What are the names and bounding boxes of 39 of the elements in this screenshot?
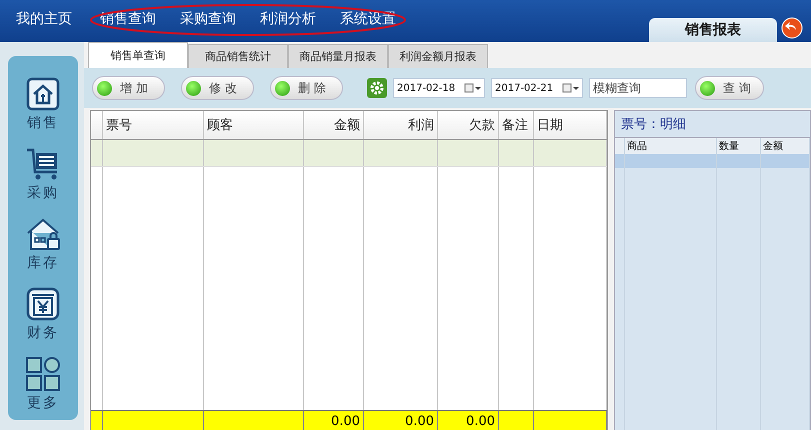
nav-item[interactable]: 采购查询: [168, 10, 248, 28]
total-cell: 0.00: [364, 411, 438, 430]
total-cell: 0.00: [304, 411, 364, 430]
sidebar-label[interactable]: 库存: [27, 254, 59, 272]
date-field[interactable]: 2017-02-18: [393, 78, 485, 98]
total-cell: 0.00: [438, 411, 499, 430]
toolbar-button[interactable]: 增加: [92, 76, 165, 100]
toolbar-button[interactable]: 查询: [695, 76, 764, 100]
column-header[interactable]: 欠款: [438, 111, 499, 139]
column-header[interactable]: 日期: [534, 111, 607, 139]
calendar-dropdown-icon[interactable]: [464, 83, 482, 93]
column-header[interactable]: 票号: [103, 111, 204, 139]
tab[interactable]: 利润金额月报表: [388, 44, 488, 68]
column-header[interactable]: 备注: [499, 111, 534, 139]
sidebar-label[interactable]: 财务: [27, 324, 59, 342]
yen-icon[interactable]: [25, 286, 61, 322]
date-field[interactable]: 2017-02-21: [491, 78, 583, 98]
sidebar-label[interactable]: 更多: [27, 394, 59, 412]
sidebar-label[interactable]: 采购: [27, 184, 59, 202]
nav-item[interactable]: 利润分析: [248, 10, 328, 28]
report-tab[interactable]: 销售报表: [649, 18, 777, 42]
grid-icon[interactable]: [25, 356, 61, 392]
tab[interactable]: 销售单查询: [88, 42, 188, 68]
tab[interactable]: 商品销量月报表: [288, 44, 388, 68]
tab[interactable]: 商品销售统计: [188, 44, 288, 68]
settings-icon[interactable]: [367, 78, 387, 98]
column-header[interactable]: 利润: [364, 111, 438, 139]
column-header[interactable]: 金额: [304, 111, 364, 139]
detail-title: 票号：明细: [620, 116, 687, 134]
column-header[interactable]: 顾客: [204, 111, 304, 139]
back-icon[interactable]: [781, 17, 803, 39]
calendar-dropdown-icon[interactable]: [562, 83, 580, 93]
house-lock-icon[interactable]: [25, 216, 61, 252]
nav-item[interactable]: 我的主页: [4, 10, 88, 28]
search-field[interactable]: 模糊查询: [589, 78, 687, 98]
sidebar-label[interactable]: 销售: [27, 114, 59, 132]
toolbar-button[interactable]: 修改: [181, 76, 254, 100]
toolbar-button[interactable]: 删除: [270, 76, 343, 100]
house-icon[interactable]: [25, 76, 61, 112]
